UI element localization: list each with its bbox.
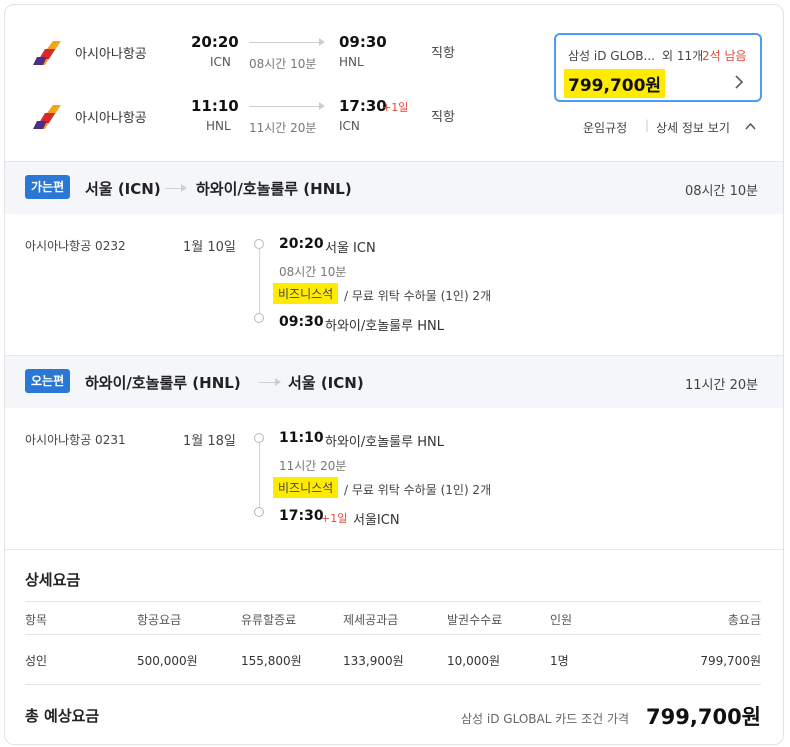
next-day-badge: +1일	[382, 101, 409, 114]
section-duration: 08시간 10분	[685, 184, 759, 199]
segment-dep-place: 서울 ICN	[325, 241, 376, 256]
route-from: 서울 (ICN)	[85, 180, 161, 198]
route-to: 하와이/호놀룰루 (HNL)	[196, 180, 352, 198]
col-item: 항목	[25, 613, 48, 627]
timeline-dot	[254, 239, 264, 249]
price-select-button[interactable]: 삼성 iD GLOB... 외 11개 2석 남음 799,700원	[554, 33, 762, 102]
airline-name: 아시아나항공	[75, 47, 147, 62]
baggage-info: / 무료 위탁 수하물 (1인) 2개	[344, 289, 492, 303]
route-to: 서울 (ICN)	[288, 374, 364, 392]
airline-name: 아시아나항공	[75, 111, 147, 126]
fare-details-title: 상세요금	[25, 571, 81, 589]
departure-code: HNL	[206, 119, 231, 133]
segment-arr-place: 서울ICN	[353, 513, 400, 528]
flight-number: 아시아나항공 0231	[25, 433, 126, 447]
direct-label: 직항	[431, 46, 455, 61]
cell-airfare: 500,000원	[137, 654, 198, 668]
cabin-class: 비즈니스석	[273, 477, 339, 498]
segment-dep-time: 11:10	[279, 430, 324, 446]
timeline-dot	[254, 507, 264, 517]
direct-label: 직항	[431, 110, 455, 125]
col-total: 총요금	[727, 613, 761, 627]
flight-duration: 11시간 20분	[249, 121, 317, 135]
card-condition-text: 삼성 iD GLOBAL 카드 조건 가격	[461, 712, 630, 726]
section-duration: 11시간 20분	[685, 378, 759, 393]
table-rule	[25, 634, 761, 635]
segment-duration: 08시간 10분	[279, 265, 347, 279]
cell-passengers: 1명	[550, 654, 569, 668]
flight-date: 1월 18일	[183, 434, 236, 449]
departure-time: 11:10	[191, 97, 239, 115]
total-price: 799,700원	[646, 705, 761, 729]
departure-code: ICN	[210, 55, 231, 69]
price-amount: 799,700원	[564, 69, 666, 98]
chevron-up-icon[interactable]	[745, 122, 756, 130]
fare-rules-link[interactable]: 운임규정	[583, 119, 627, 136]
col-ticketing-fee: 발권수수료	[447, 613, 503, 627]
arrow-head-icon	[275, 378, 281, 386]
segment-duration: 11시간 20분	[279, 459, 347, 473]
arrow-head-icon	[319, 38, 325, 46]
arrival-code: HNL	[339, 55, 364, 69]
asiana-logo-icon	[33, 41, 61, 65]
route-arrow	[165, 188, 181, 189]
other-options-count: 외 11개	[662, 49, 704, 63]
baggage-info: / 무료 위탁 수하물 (1인) 2개	[344, 483, 492, 497]
cell-taxes: 133,900원	[343, 654, 404, 668]
arrow-head-icon	[319, 102, 325, 110]
flight-arrow	[249, 106, 319, 107]
next-day-badge: +1일	[321, 512, 348, 525]
arrival-code: ICN	[339, 119, 360, 133]
arrow-head-icon	[181, 184, 187, 192]
asiana-logo-icon	[33, 105, 61, 129]
col-fuel-surcharge: 유류할증료	[241, 613, 297, 627]
segment-arr-place: 하와이/호놀룰루 HNL	[325, 319, 444, 334]
cell-ticketing-fee: 10,000원	[447, 654, 501, 668]
card-name: 삼성 iD GLOB...	[568, 49, 655, 63]
route-from: 하와이/호놀룰루 (HNL)	[85, 374, 241, 392]
timeline-dot	[254, 313, 264, 323]
col-passengers: 인원	[550, 613, 573, 627]
total-estimate-label: 총 예상요금	[25, 707, 100, 725]
flight-detail-card: 아시아나항공 20:20 ICN 08시간 10분 09:30 HNL 직항 아…	[4, 4, 784, 745]
flight-arrow	[249, 42, 319, 43]
timeline-line	[259, 443, 260, 509]
cell-fuel-surcharge: 155,800원	[241, 654, 302, 668]
seats-left: 2석 남음	[702, 49, 747, 63]
chevron-right-icon	[735, 75, 744, 89]
flight-number: 아시아나항공 0232	[25, 239, 126, 253]
inbound-badge: 오는편	[25, 369, 71, 393]
segment-dep-place: 하와이/호놀룰루 HNL	[325, 435, 444, 450]
arrival-time: 17:30	[339, 97, 387, 115]
arrival-time: 09:30	[339, 33, 387, 51]
outbound-badge: 가는편	[25, 175, 71, 199]
link-separator: |	[645, 118, 650, 132]
flight-date: 1월 10일	[183, 240, 236, 255]
segment-dep-time: 20:20	[279, 236, 324, 252]
departure-time: 20:20	[191, 33, 239, 51]
cabin-class: 비즈니스석	[273, 283, 339, 304]
table-rule	[25, 684, 761, 685]
route-arrow	[259, 382, 275, 383]
timeline-line	[259, 249, 260, 315]
segment-arr-time: 09:30	[279, 314, 324, 330]
cell-total: 799,700원	[700, 654, 761, 668]
divider	[5, 549, 783, 550]
flight-duration: 08시간 10분	[249, 57, 317, 71]
details-toggle-link[interactable]: 상세 정보 보기	[656, 119, 730, 136]
col-airfare: 항공요금	[137, 613, 182, 627]
table-rule	[25, 601, 761, 602]
segment-arr-time: 17:30	[279, 508, 324, 524]
timeline-dot	[254, 433, 264, 443]
cell-item: 성인	[25, 654, 48, 668]
col-taxes: 제세공과금	[343, 613, 399, 627]
